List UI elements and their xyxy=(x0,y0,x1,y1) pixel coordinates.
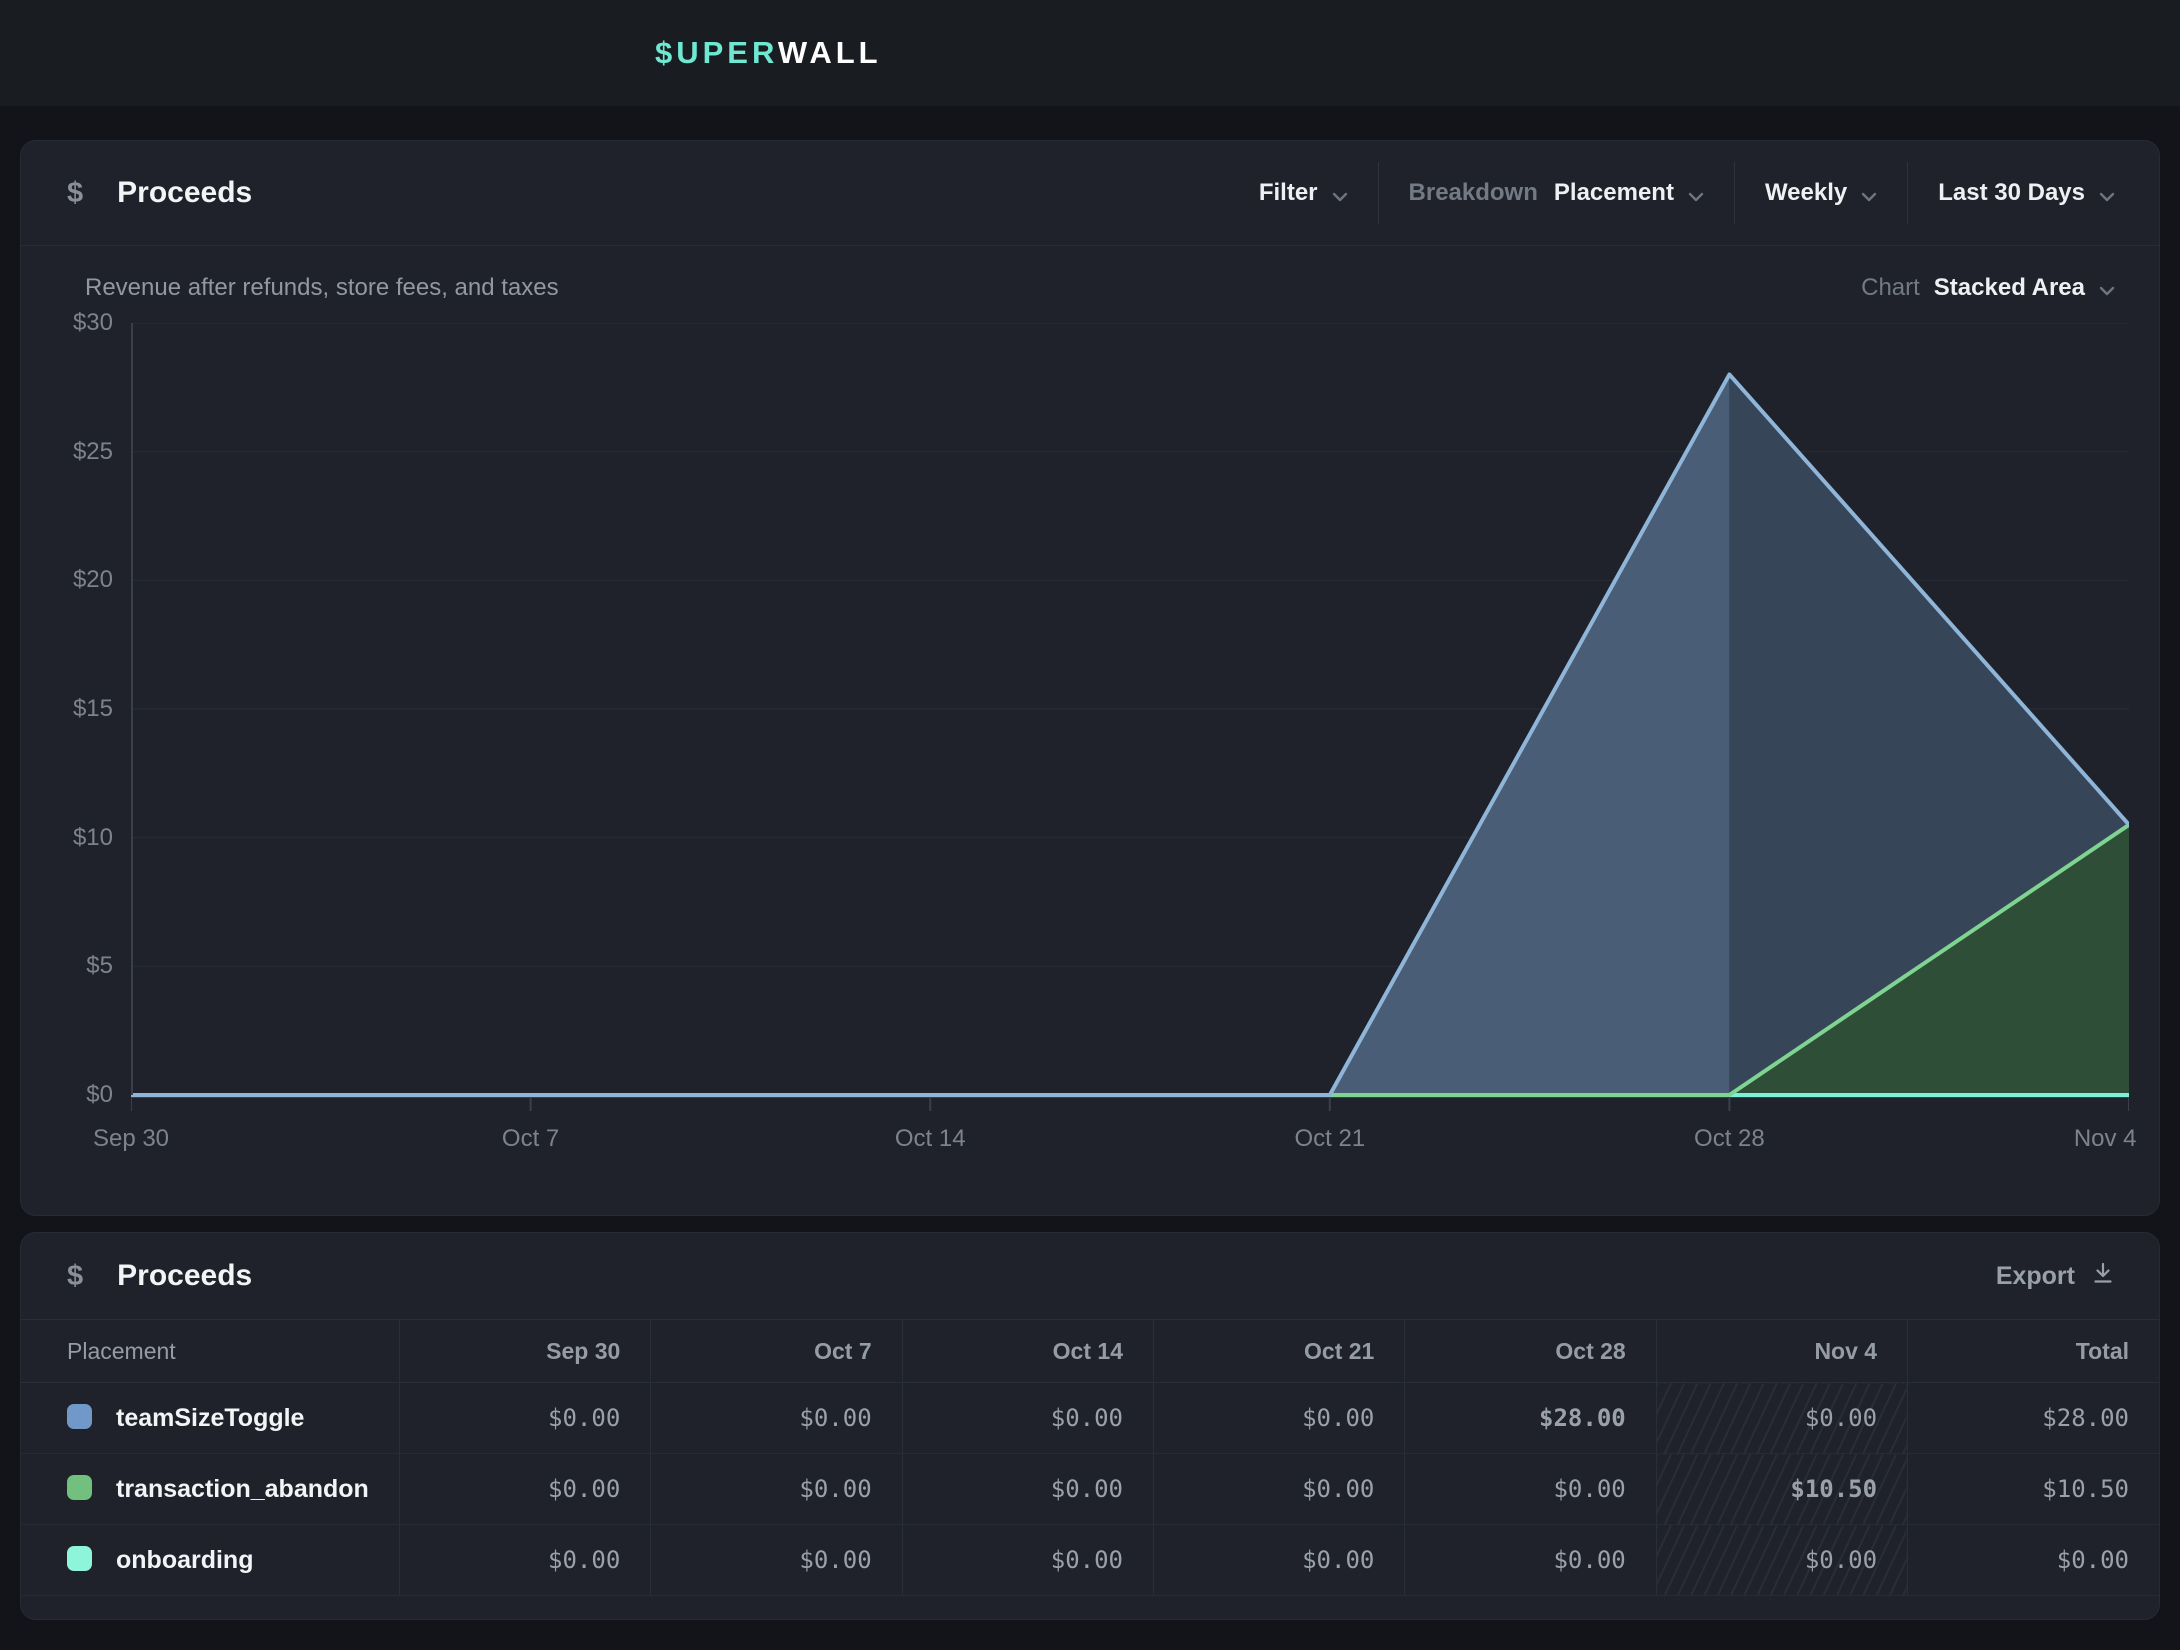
series-swatch xyxy=(67,1546,92,1571)
table-cell: $0.00 xyxy=(399,1454,650,1525)
interval-dropdown[interactable]: Weekly xyxy=(1735,178,1907,209)
stacked-area-plot: $30$25$20$15$10$5$0 xyxy=(131,323,2129,1111)
export-button[interactable]: Export xyxy=(1996,1261,2115,1292)
table-cell: onboarding xyxy=(21,1525,399,1596)
y-tick-label: $30 xyxy=(73,309,113,337)
table-cell: teamSizeToggle xyxy=(21,1383,399,1454)
logo-secondary: WALL xyxy=(778,35,882,70)
chevron-down-icon xyxy=(1332,181,1348,209)
area-teamSizeToggle xyxy=(131,374,1729,1095)
table-cell: transaction_abandon xyxy=(21,1454,399,1525)
superwall-logo[interactable]: $UPERWALL xyxy=(655,35,882,71)
table-row-transaction_abandon: transaction_abandon$0.00$0.00$0.00$0.00$… xyxy=(21,1454,2159,1525)
breakdown-dropdown[interactable]: Breakdown Placement xyxy=(1379,178,1734,209)
download-icon xyxy=(2091,1261,2115,1292)
chart-panel-header: $ Proceeds Filter Breakdown Placement We… xyxy=(21,141,2159,246)
chevron-down-icon xyxy=(1861,181,1877,209)
table-cell: $0.00 xyxy=(902,1454,1153,1525)
table-cell: $0.00 xyxy=(399,1383,650,1454)
column-header: Sep 30 xyxy=(399,1320,650,1383)
column-header: Total xyxy=(1908,1320,2159,1383)
table-cell: $10.50 xyxy=(1908,1454,2159,1525)
x-tick-label: Oct 21 xyxy=(1294,1125,1365,1153)
table-cell: $0.00 xyxy=(902,1525,1153,1596)
table-cell: $0.00 xyxy=(399,1525,650,1596)
table-cell: $0.00 xyxy=(1908,1525,2159,1596)
y-tick-label: $15 xyxy=(73,695,113,723)
chevron-down-icon xyxy=(2099,181,2115,209)
table-cell: $0.00 xyxy=(1656,1525,1907,1596)
y-tick-label: $25 xyxy=(73,438,113,466)
column-header: Nov 4 xyxy=(1656,1320,1907,1383)
x-tick-label: Oct 7 xyxy=(502,1125,559,1153)
table-cell: $0.00 xyxy=(651,1454,902,1525)
table-cell: $0.00 xyxy=(651,1383,902,1454)
filter-dropdown[interactable]: Filter xyxy=(1229,178,1378,209)
proceeds-table-panel: $ Proceeds Export PlacementSep 30Oct 7Oc… xyxy=(20,1232,2160,1620)
table-cell: $0.00 xyxy=(902,1383,1153,1454)
chart-subtitle: Revenue after refunds, store fees, and t… xyxy=(85,274,559,302)
table-panel-title: Proceeds xyxy=(117,1259,252,1293)
chart-panel-title: Proceeds xyxy=(117,176,252,210)
table-cell: $0.00 xyxy=(1154,1454,1405,1525)
y-tick-label: $0 xyxy=(86,1081,113,1109)
y-tick-label: $20 xyxy=(73,566,113,594)
table-cell: $10.50 xyxy=(1656,1454,1907,1525)
x-axis-labels: Sep 30Oct 7Oct 14Oct 21Oct 28Nov 4 xyxy=(131,1111,2129,1163)
column-header: Oct 7 xyxy=(651,1320,902,1383)
table-panel-header: $ Proceeds Export xyxy=(21,1233,2159,1319)
chevron-down-icon xyxy=(1688,181,1704,209)
logo-primary: $UPER xyxy=(655,35,778,70)
table-cell: $28.00 xyxy=(1405,1383,1656,1454)
proceeds-table: PlacementSep 30Oct 7Oct 14Oct 21Oct 28No… xyxy=(21,1319,2159,1596)
table-row-teamSizeToggle: teamSizeToggle$0.00$0.00$0.00$0.00$28.00… xyxy=(21,1383,2159,1454)
chart-type-dropdown[interactable]: Chart Stacked Area xyxy=(1861,272,2115,303)
chevron-down-icon xyxy=(2099,275,2115,303)
placement-label: transaction_abandon xyxy=(116,1475,369,1503)
y-tick-label: $5 xyxy=(86,952,113,980)
table-cell: $28.00 xyxy=(1908,1383,2159,1454)
y-tick-label: $10 xyxy=(73,824,113,852)
chart-canvas xyxy=(131,323,2129,1111)
table-cell: $0.00 xyxy=(651,1525,902,1596)
x-tick-label: Oct 14 xyxy=(895,1125,966,1153)
series-swatch xyxy=(67,1404,92,1429)
column-header: Oct 14 xyxy=(902,1320,1153,1383)
dollar-icon: $ xyxy=(67,177,83,210)
proceeds-chart-panel: $ Proceeds Filter Breakdown Placement We… xyxy=(20,140,2160,1216)
table-cell: $0.00 xyxy=(1656,1383,1907,1454)
table-cell: $0.00 xyxy=(1405,1525,1656,1596)
placement-label: onboarding xyxy=(116,1546,253,1574)
y-axis-labels: $30$25$20$15$10$5$0 xyxy=(21,323,113,1095)
series-swatch xyxy=(67,1475,92,1500)
x-tick-label: Sep 30 xyxy=(93,1125,169,1153)
column-header: Oct 28 xyxy=(1405,1320,1656,1383)
table-cell: $0.00 xyxy=(1405,1454,1656,1525)
table-header-row: PlacementSep 30Oct 7Oct 14Oct 21Oct 28No… xyxy=(21,1320,2159,1383)
app-root: $UPERWALL $ Proceeds Filter Breakdown Pl… xyxy=(0,0,2180,1650)
chart-subheader: Revenue after refunds, store fees, and t… xyxy=(21,246,2159,303)
x-tick-label: Oct 28 xyxy=(1694,1125,1765,1153)
table-row-onboarding: onboarding$0.00$0.00$0.00$0.00$0.00$0.00… xyxy=(21,1525,2159,1596)
dollar-icon: $ xyxy=(67,1260,83,1293)
placement-label: teamSizeToggle xyxy=(116,1404,304,1432)
table-cell: $0.00 xyxy=(1154,1525,1405,1596)
chart-controls: Filter Breakdown Placement Weekly Last 3… xyxy=(1229,162,2115,224)
column-header: Placement xyxy=(21,1320,399,1383)
top-bar: $UPERWALL xyxy=(0,0,2180,106)
column-header: Oct 21 xyxy=(1154,1320,1405,1383)
date-range-dropdown[interactable]: Last 30 Days xyxy=(1908,178,2115,209)
x-tick-label: Nov 4 xyxy=(2074,1125,2137,1153)
table-cell: $0.00 xyxy=(1154,1383,1405,1454)
